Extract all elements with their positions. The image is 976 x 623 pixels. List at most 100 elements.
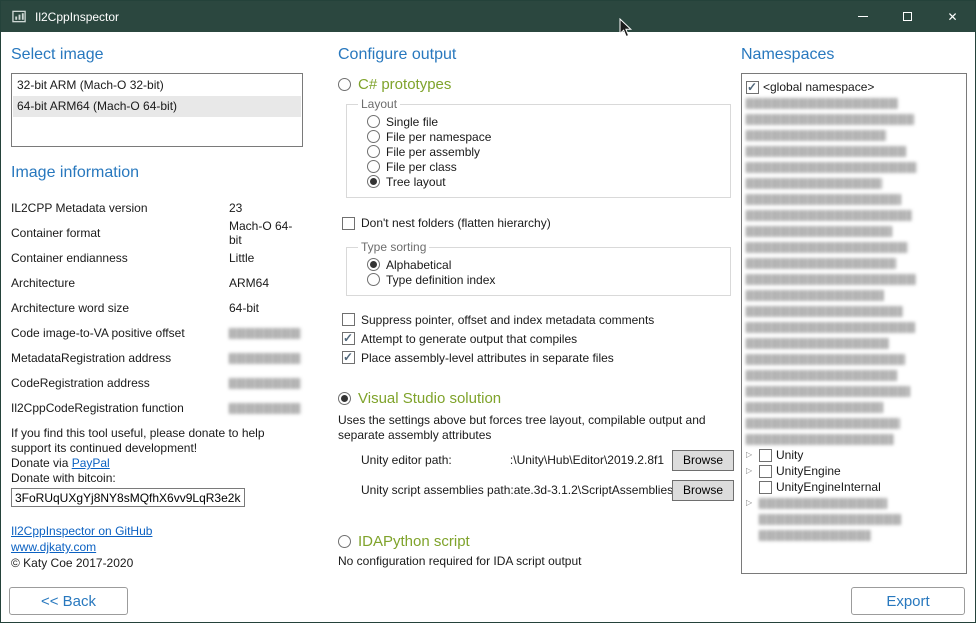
namespace-item[interactable] xyxy=(746,239,962,255)
namespace-item[interactable]: ▷ xyxy=(746,495,962,511)
csharp-checkbox-row[interactable]: Attempt to generate output that compiles xyxy=(342,329,734,348)
namespace-item[interactable] xyxy=(746,383,962,399)
namespace-checkbox[interactable] xyxy=(759,465,772,478)
redacted-namespace xyxy=(759,498,887,509)
configure-output-panel: Configure output C# prototypes Layout Si… xyxy=(338,37,734,569)
close-icon xyxy=(947,10,957,24)
configure-output-heading: Configure output xyxy=(338,45,734,64)
layout-radio[interactable] xyxy=(367,160,380,173)
redacted-value xyxy=(229,353,301,364)
back-button[interactable]: << Back xyxy=(9,587,128,615)
vs-description: Uses the settings above but forces tree … xyxy=(338,413,734,443)
flatten-checkbox[interactable] xyxy=(342,217,355,230)
csharp-prototypes-option[interactable]: C# prototypes xyxy=(338,76,734,93)
info-value: 23 xyxy=(229,201,303,215)
listbox-item[interactable]: 32-bit ARM (Mach-O 32-bit) xyxy=(13,75,301,96)
image-listbox[interactable]: 32-bit ARM (Mach-O 32-bit)64-bit ARM64 (… xyxy=(11,73,303,147)
expander-icon[interactable]: ▷ xyxy=(746,495,755,511)
layout-option[interactable]: Single file xyxy=(367,114,722,129)
maximize-button[interactable] xyxy=(885,1,930,32)
layout-radio[interactable] xyxy=(367,115,380,128)
namespaces-list[interactable]: <global namespace> ▷Unity▷UnityEngineUnit… xyxy=(741,73,967,574)
namespace-item[interactable] xyxy=(746,175,962,191)
info-label: Code image-to-VA positive offset xyxy=(11,326,229,340)
redacted-namespace xyxy=(759,514,901,525)
namespace-checkbox[interactable] xyxy=(759,481,772,494)
csharp-checkbox[interactable] xyxy=(342,313,355,326)
listbox-item[interactable]: 64-bit ARM64 (Mach-O 64-bit) xyxy=(13,96,301,117)
namespace-item[interactable] xyxy=(746,111,962,127)
sorting-option[interactable]: Alphabetical xyxy=(367,257,722,272)
csharp-checkbox-row[interactable]: Suppress pointer, offset and index metad… xyxy=(342,310,734,329)
idapython-option[interactable]: IDAPython script xyxy=(338,533,734,550)
browse-button[interactable]: Browse xyxy=(672,480,734,501)
redacted-value xyxy=(229,403,301,414)
namespace-item[interactable]: <global namespace> xyxy=(746,79,962,95)
ida-radio[interactable] xyxy=(338,535,351,548)
donate-paypal-line: Donate via PayPal xyxy=(11,456,303,471)
sorting-option[interactable]: Type definition index xyxy=(367,272,722,287)
redacted-namespace xyxy=(746,258,896,269)
namespace-item[interactable] xyxy=(746,207,962,223)
namespace-item[interactable] xyxy=(746,351,962,367)
namespace-item[interactable] xyxy=(746,511,962,527)
namespace-checkbox[interactable] xyxy=(759,449,772,462)
namespace-item[interactable] xyxy=(746,335,962,351)
paypal-link[interactable]: PayPal xyxy=(72,456,110,470)
expander-icon[interactable]: ▷ xyxy=(746,447,755,463)
minimize-button[interactable] xyxy=(840,1,885,32)
csharp-checkbox-row[interactable]: Place assembly-level attributes in separ… xyxy=(342,348,734,367)
sorting-radio[interactable] xyxy=(367,273,380,286)
info-label: CodeRegistration address xyxy=(11,376,229,390)
layout-option[interactable]: File per namespace xyxy=(367,129,722,144)
close-button[interactable] xyxy=(930,1,975,32)
website-link[interactable]: www.djkaty.com xyxy=(11,540,96,554)
namespace-item[interactable] xyxy=(746,255,962,271)
namespace-item[interactable] xyxy=(746,127,962,143)
browse-button[interactable]: Browse xyxy=(672,450,734,471)
namespace-item[interactable] xyxy=(746,303,962,319)
layout-radio[interactable] xyxy=(367,130,380,143)
namespace-item[interactable]: UnityEngineInternal xyxy=(746,479,962,495)
donate-via-text: Donate via xyxy=(11,456,72,470)
namespace-item[interactable] xyxy=(746,399,962,415)
info-value: Mach-O 64-bit xyxy=(229,219,303,247)
expander-icon[interactable]: ▷ xyxy=(746,463,755,479)
vs-radio[interactable] xyxy=(338,392,351,405)
bitcoin-address-input[interactable] xyxy=(11,488,245,507)
github-link[interactable]: Il2CppInspector on GitHub xyxy=(11,524,152,538)
namespace-item[interactable]: ▷UnityEngine xyxy=(746,463,962,479)
sorting-radio[interactable] xyxy=(367,258,380,271)
layout-radio[interactable] xyxy=(367,145,380,158)
redacted-namespace xyxy=(746,210,912,221)
namespace-item[interactable]: ▷Unity xyxy=(746,447,962,463)
namespace-item[interactable] xyxy=(746,319,962,335)
redacted-namespace xyxy=(746,194,901,205)
namespace-item[interactable] xyxy=(746,143,962,159)
export-button[interactable]: Export xyxy=(851,587,965,615)
visual-studio-option[interactable]: Visual Studio solution xyxy=(338,390,734,407)
namespace-item[interactable] xyxy=(746,271,962,287)
info-row: Container endiannessLittle xyxy=(11,245,303,270)
namespace-item[interactable] xyxy=(746,191,962,207)
layout-option[interactable]: File per assembly xyxy=(367,144,722,159)
namespace-item[interactable] xyxy=(746,367,962,383)
ida-description: No configuration required for IDA script… xyxy=(338,554,734,569)
layout-option[interactable]: Tree layout xyxy=(367,174,722,189)
namespace-item[interactable] xyxy=(746,415,962,431)
csharp-checkbox[interactable] xyxy=(342,332,355,345)
namespace-item[interactable] xyxy=(746,527,962,543)
redacted-namespace xyxy=(746,162,917,173)
csharp-label: C# prototypes xyxy=(358,76,451,93)
namespace-item[interactable] xyxy=(746,159,962,175)
layout-radio[interactable] xyxy=(367,175,380,188)
namespace-item[interactable] xyxy=(746,223,962,239)
namespace-item[interactable] xyxy=(746,287,962,303)
flatten-checkbox-row[interactable]: Don't nest folders (flatten hierarchy) xyxy=(342,215,734,231)
csharp-checkbox[interactable] xyxy=(342,351,355,364)
layout-option[interactable]: File per class xyxy=(367,159,722,174)
namespace-item[interactable] xyxy=(746,431,962,447)
namespace-item[interactable] xyxy=(746,95,962,111)
csharp-radio[interactable] xyxy=(338,78,351,91)
namespace-checkbox[interactable] xyxy=(746,81,759,94)
